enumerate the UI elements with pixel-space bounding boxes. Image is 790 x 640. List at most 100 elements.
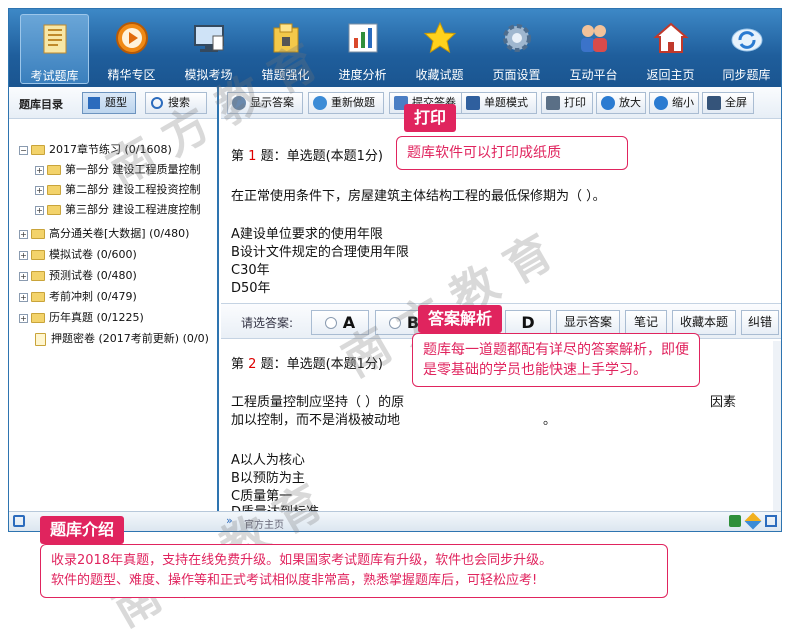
q-suffix: 题：单选题(本题1分) [260, 149, 383, 164]
nav-progress[interactable]: 进度分析 [328, 14, 397, 84]
option-a-radio[interactable]: A [311, 310, 369, 335]
expand-toggle[interactable]: + [19, 293, 28, 302]
folder-icon [31, 145, 45, 155]
question-2-header: 第 2 题：单选题(本题1分) [231, 353, 383, 372]
print-callout-tag: 打印 [404, 104, 457, 132]
q-prefix: 第 [231, 149, 245, 164]
collapse-panel-icon[interactable] [13, 515, 25, 527]
show-answer-button[interactable]: 显示答案 [556, 310, 620, 335]
eye-icon [232, 96, 246, 110]
redo-button[interactable]: 重新做题 [308, 92, 384, 114]
gear-icon [503, 24, 531, 52]
button-label: 放大 [619, 96, 641, 109]
question-1-option[interactable]: D50年 [231, 277, 271, 296]
diamond-status-icon[interactable] [744, 512, 762, 530]
nav-home[interactable]: 返回主页 [636, 14, 705, 84]
answer-label: 请选答案: [241, 316, 294, 330]
top-nav-bar: 考试题库 精华专区 模拟考场 错题强化 进度分析 收藏试题 页面设置 互动平台 … [9, 9, 781, 87]
option-letter: D [521, 313, 535, 332]
question-2-option[interactable]: B以预防为主 [231, 467, 305, 486]
plus-icon [601, 96, 615, 110]
expand-toggle[interactable]: + [35, 166, 44, 175]
option-letter: A [342, 313, 356, 332]
nav-wrong-questions[interactable]: 错题强化 [251, 14, 320, 84]
expand-toggle[interactable]: + [19, 251, 28, 260]
nav-interaction[interactable]: 互动平台 [559, 14, 628, 84]
print-callout-bubble: 题库软件可以打印成纸质 [396, 136, 628, 170]
single-mode-button[interactable]: 单题模式 [461, 92, 537, 114]
intro-line: 软件的题型、难度、操作等和正式考试相似度非常高，熟悉掌握题库后，可轻松应考! [51, 573, 538, 588]
expand-toggle[interactable]: + [19, 230, 28, 239]
tab-question-type[interactable]: 题型 [82, 92, 136, 114]
question-1-option[interactable]: B设计文件规定的合理使用年限 [231, 241, 409, 260]
star-icon [423, 21, 457, 54]
zoom-out-button[interactable]: 缩小 [649, 92, 699, 114]
grid-icon [466, 96, 480, 110]
folder-icon [31, 229, 45, 239]
button-label: 打印 [564, 96, 586, 109]
expand-toggle[interactable]: + [19, 314, 28, 323]
q-suffix: 题：单选题(本题1分) [260, 357, 383, 372]
report-error-button[interactable]: 纠错 [741, 310, 779, 335]
question-1-header: 第 1 题：单选题(本题1分) [231, 145, 383, 164]
tree-node-label: 高分通关卷[大数据] (0/480) [49, 227, 190, 240]
window-status-icon[interactable] [765, 515, 777, 527]
print-button[interactable]: 打印 [541, 92, 593, 114]
question-1-option[interactable]: A建设单位要求的使用年限 [231, 223, 383, 242]
nav-page-settings[interactable]: 页面设置 [482, 14, 551, 84]
expand-toggle[interactable]: + [35, 206, 44, 215]
nav-sync[interactable]: 同步题库 [712, 14, 781, 84]
nav-label: 互动平台 [569, 68, 618, 82]
folder-icon [31, 313, 45, 323]
folder-icon [31, 271, 45, 281]
nav-label: 考试题库 [30, 69, 79, 83]
expand-toggle[interactable]: + [35, 186, 44, 195]
nav-highlights[interactable]: 精华专区 [97, 14, 166, 84]
show-answer-button[interactable]: 显示答案 [227, 92, 303, 114]
question-1-option[interactable]: C30年 [231, 259, 270, 278]
chart-status-icon[interactable] [729, 515, 741, 527]
zoom-in-button[interactable]: 放大 [596, 92, 646, 114]
users-icon [581, 25, 607, 52]
tree-node-label: 押题密卷 (2017考前更新) (0/0) [51, 332, 209, 345]
nav-label: 模拟考场 [184, 68, 233, 82]
expand-toggle[interactable]: + [19, 272, 28, 281]
question-2-option[interactable]: D质量达到标准 [231, 501, 319, 511]
nav-label: 错题强化 [261, 68, 310, 82]
tab-label: 题型 [105, 96, 127, 109]
official-site-link[interactable]: 官方主页 [244, 516, 284, 531]
note-button[interactable]: 笔记 [625, 310, 667, 335]
tab-search[interactable]: 搜索 [145, 92, 207, 114]
nav-favorites[interactable]: 收藏试题 [405, 14, 474, 84]
scrollbar[interactable] [773, 341, 781, 511]
lock-folder-icon [273, 23, 299, 53]
option-d-radio[interactable]: D [505, 310, 551, 335]
app-root: 考试题库 精华专区 模拟考场 错题强化 进度分析 收藏试题 页面设置 互动平台 … [0, 0, 790, 637]
nav-exam-bank[interactable]: 考试题库 [20, 14, 89, 84]
favorite-button[interactable]: 收藏本题 [672, 310, 736, 335]
search-icon [151, 97, 163, 109]
minus-icon [654, 96, 668, 110]
tree-node-label: 第三部分 建设工程进度控制 [65, 203, 201, 216]
button-label: 全屏 [725, 96, 747, 109]
list-icon [88, 97, 100, 109]
q-prefix: 第 [231, 357, 245, 372]
refresh-icon [313, 96, 327, 110]
tab-label: 搜索 [168, 96, 190, 109]
collapse-toggle[interactable]: − [19, 146, 28, 155]
analysis-callout-bubble: 题库每一道题都配有详尽的答案解析，即便是零基础的学员也能快速上手学习。 [412, 333, 700, 387]
tree-node-label: 模拟试卷 (0/600) [49, 248, 137, 261]
file-lock-icon [35, 333, 46, 346]
nav-label: 进度分析 [338, 68, 387, 82]
nav-mock-exam[interactable]: 模拟考场 [174, 14, 243, 84]
nav-label: 精华专区 [107, 68, 156, 82]
left-panel: 题库目录 题型 搜索 − 2017章节练习 (0/1608) + 第一部分 建设工程… [9, 87, 219, 511]
button-label: 重新做题 [331, 96, 375, 109]
tree-node-label: 历年真题 (0/1225) [49, 311, 144, 324]
status-bar: » 官方主页 [9, 511, 781, 531]
question-2-option[interactable]: A以人为核心 [231, 449, 305, 468]
question-2-stem-line-end: 因素 [710, 395, 737, 410]
folder-icon [31, 292, 45, 302]
folder-icon [31, 250, 45, 260]
fullscreen-button[interactable]: 全屏 [702, 92, 754, 114]
